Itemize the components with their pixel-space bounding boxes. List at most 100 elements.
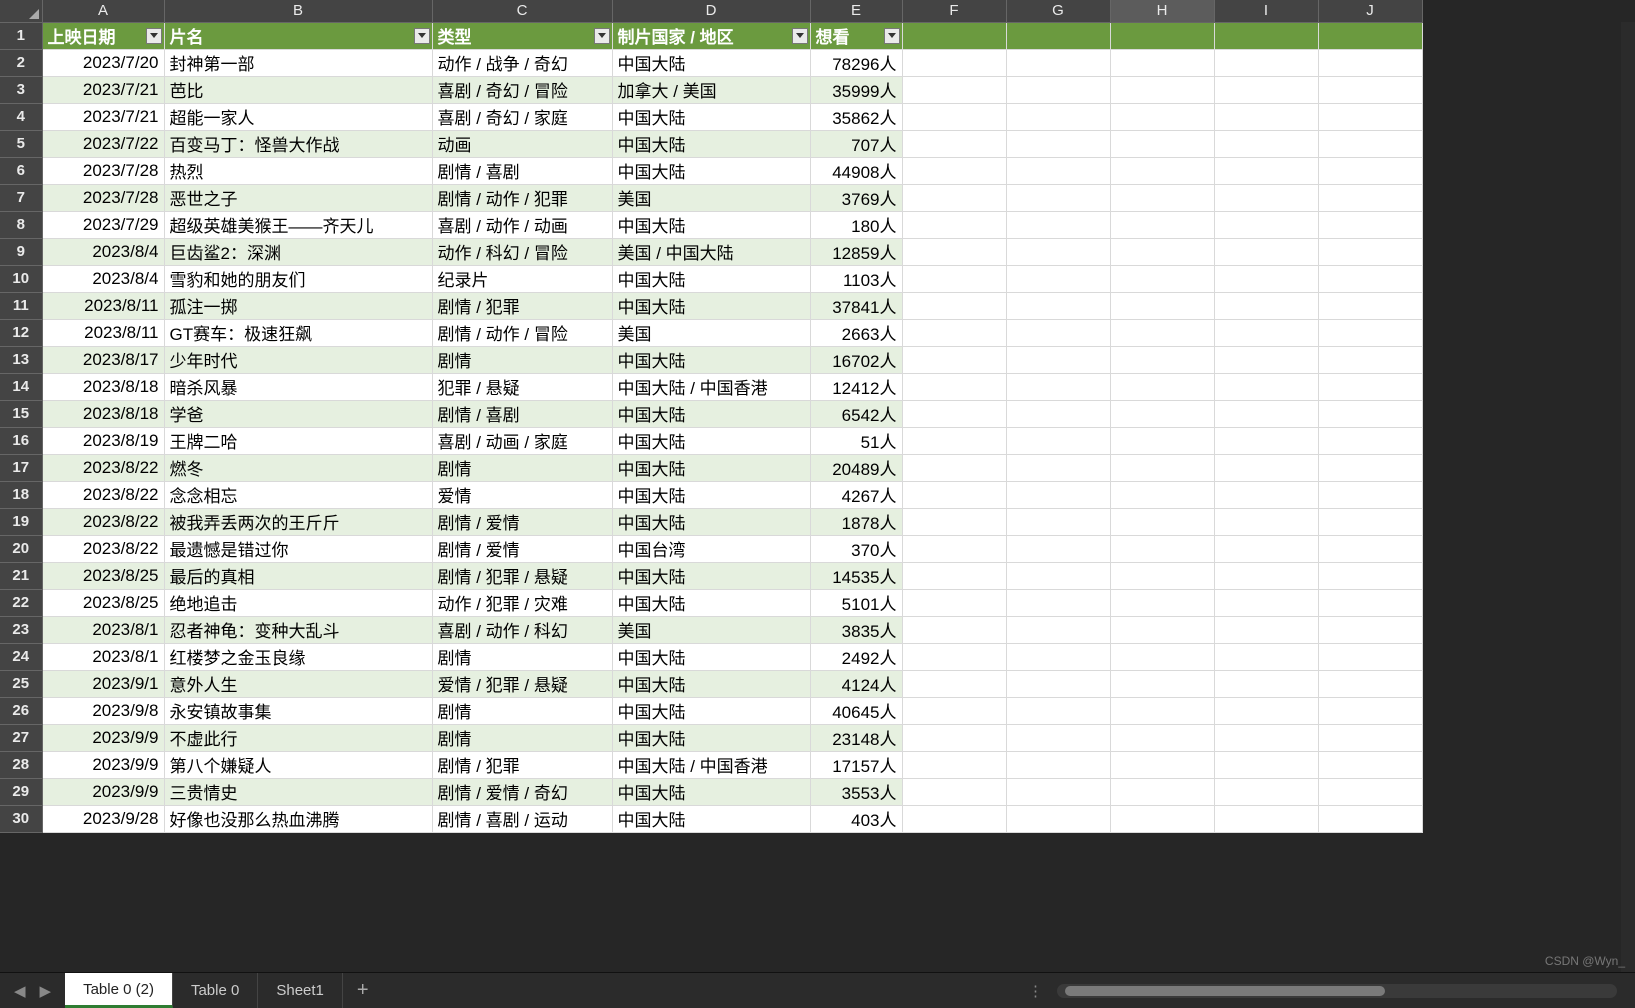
cell[interactable]: 2023/7/20 [42,49,164,76]
cell[interactable]: 707人 [810,130,902,157]
cell[interactable] [1006,805,1110,832]
cell[interactable] [1006,589,1110,616]
cell[interactable] [1318,238,1422,265]
cell[interactable] [1110,616,1214,643]
cell[interactable] [1006,103,1110,130]
cell[interactable]: 中国大陆 [612,427,810,454]
cell[interactable]: 中国大陆 / 中国香港 [612,373,810,400]
row-header[interactable]: 12 [0,319,42,346]
cell[interactable]: 中国大陆 [612,400,810,427]
sheet-tab[interactable]: Table 0 (2) [65,973,173,1008]
cell[interactable]: 三贵情史 [164,778,432,805]
row-header[interactable]: 1 [0,22,42,49]
column-header-A[interactable]: A [42,0,164,22]
cell[interactable] [902,184,1006,211]
cell[interactable] [1110,589,1214,616]
cell[interactable] [1006,157,1110,184]
cell[interactable]: 16702人 [810,346,902,373]
tab-options-icon[interactable]: ⋮ [1016,982,1057,1000]
cell[interactable]: 剧情 / 爱情 / 奇幻 [432,778,612,805]
cell[interactable] [1214,751,1318,778]
tab-nav-next-icon[interactable]: ▶ [40,982,52,1000]
cell[interactable] [1006,751,1110,778]
cell[interactable] [1214,589,1318,616]
row-header[interactable]: 19 [0,508,42,535]
cell[interactable]: 剧情 [432,346,612,373]
cell[interactable]: 40645人 [810,697,902,724]
cell[interactable] [1214,292,1318,319]
row-header[interactable]: 17 [0,454,42,481]
cell[interactable]: 3769人 [810,184,902,211]
cell[interactable]: 2023/8/22 [42,454,164,481]
cell[interactable]: 2023/8/1 [42,643,164,670]
cell[interactable]: 2023/9/9 [42,778,164,805]
cell[interactable] [1006,724,1110,751]
cell[interactable]: 剧情 / 喜剧 [432,400,612,427]
cell[interactable] [1006,562,1110,589]
cell[interactable] [1006,508,1110,535]
cell[interactable] [1110,265,1214,292]
cell[interactable] [1214,454,1318,481]
cell[interactable] [1110,562,1214,589]
cell[interactable]: 中国大陆 [612,697,810,724]
cell[interactable]: 中国大陆 [612,265,810,292]
cell[interactable] [902,751,1006,778]
cell[interactable]: 14535人 [810,562,902,589]
filter-dropdown-icon[interactable] [414,28,430,44]
row-header[interactable]: 9 [0,238,42,265]
cell[interactable]: 2023/7/21 [42,103,164,130]
cell[interactable]: 加拿大 / 美国 [612,76,810,103]
cell[interactable] [1318,373,1422,400]
cell[interactable] [1006,670,1110,697]
cell[interactable]: 喜剧 / 动作 / 动画 [432,211,612,238]
cell[interactable] [902,562,1006,589]
cell[interactable] [902,400,1006,427]
cell[interactable] [1214,76,1318,103]
row-header[interactable]: 21 [0,562,42,589]
cell[interactable]: 44908人 [810,157,902,184]
sheet-tab[interactable]: Sheet1 [258,973,343,1008]
cell[interactable]: 永安镇故事集 [164,697,432,724]
cell[interactable]: 中国大陆 [612,778,810,805]
cell[interactable]: 中国大陆 [612,643,810,670]
cell[interactable]: 美国 [612,184,810,211]
cell[interactable] [902,103,1006,130]
cell[interactable]: 雪豹和她的朋友们 [164,265,432,292]
cell[interactable]: 暗杀风暴 [164,373,432,400]
cell[interactable] [1110,724,1214,751]
column-header-J[interactable]: J [1318,0,1422,22]
cell[interactable]: 学爸 [164,400,432,427]
cell[interactable] [902,508,1006,535]
cell[interactable]: 35999人 [810,76,902,103]
row-header[interactable]: 25 [0,670,42,697]
cell[interactable]: 23148人 [810,724,902,751]
cell[interactable]: 剧情 / 喜剧 [432,157,612,184]
cell[interactable] [1006,481,1110,508]
cell[interactable] [1110,22,1214,49]
cell[interactable] [1006,265,1110,292]
cell[interactable]: 好像也没那么热血沸腾 [164,805,432,832]
cell[interactable] [1214,400,1318,427]
cell[interactable]: 美国 [612,319,810,346]
cell[interactable]: 喜剧 / 动画 / 家庭 [432,427,612,454]
cell[interactable] [1214,22,1318,49]
cell[interactable] [1110,427,1214,454]
cell[interactable]: 念念相忘 [164,481,432,508]
cell[interactable]: 被我弄丢两次的王斤斤 [164,508,432,535]
cell[interactable]: 中国大陆 [612,481,810,508]
column-header-H[interactable]: H [1110,0,1214,22]
row-header[interactable]: 15 [0,400,42,427]
cell[interactable]: 剧情 / 动作 / 冒险 [432,319,612,346]
cell[interactable]: 中国大陆 [612,805,810,832]
cell[interactable]: 403人 [810,805,902,832]
cell[interactable] [1318,211,1422,238]
cell[interactable]: 王牌二哈 [164,427,432,454]
cell[interactable]: 剧情 [432,643,612,670]
cell[interactable] [1318,805,1422,832]
cell[interactable]: 3553人 [810,778,902,805]
column-header-C[interactable]: C [432,0,612,22]
cell[interactable] [1110,805,1214,832]
cell[interactable]: GT赛车：极速狂飙 [164,319,432,346]
cell[interactable] [902,616,1006,643]
cell[interactable] [1318,589,1422,616]
